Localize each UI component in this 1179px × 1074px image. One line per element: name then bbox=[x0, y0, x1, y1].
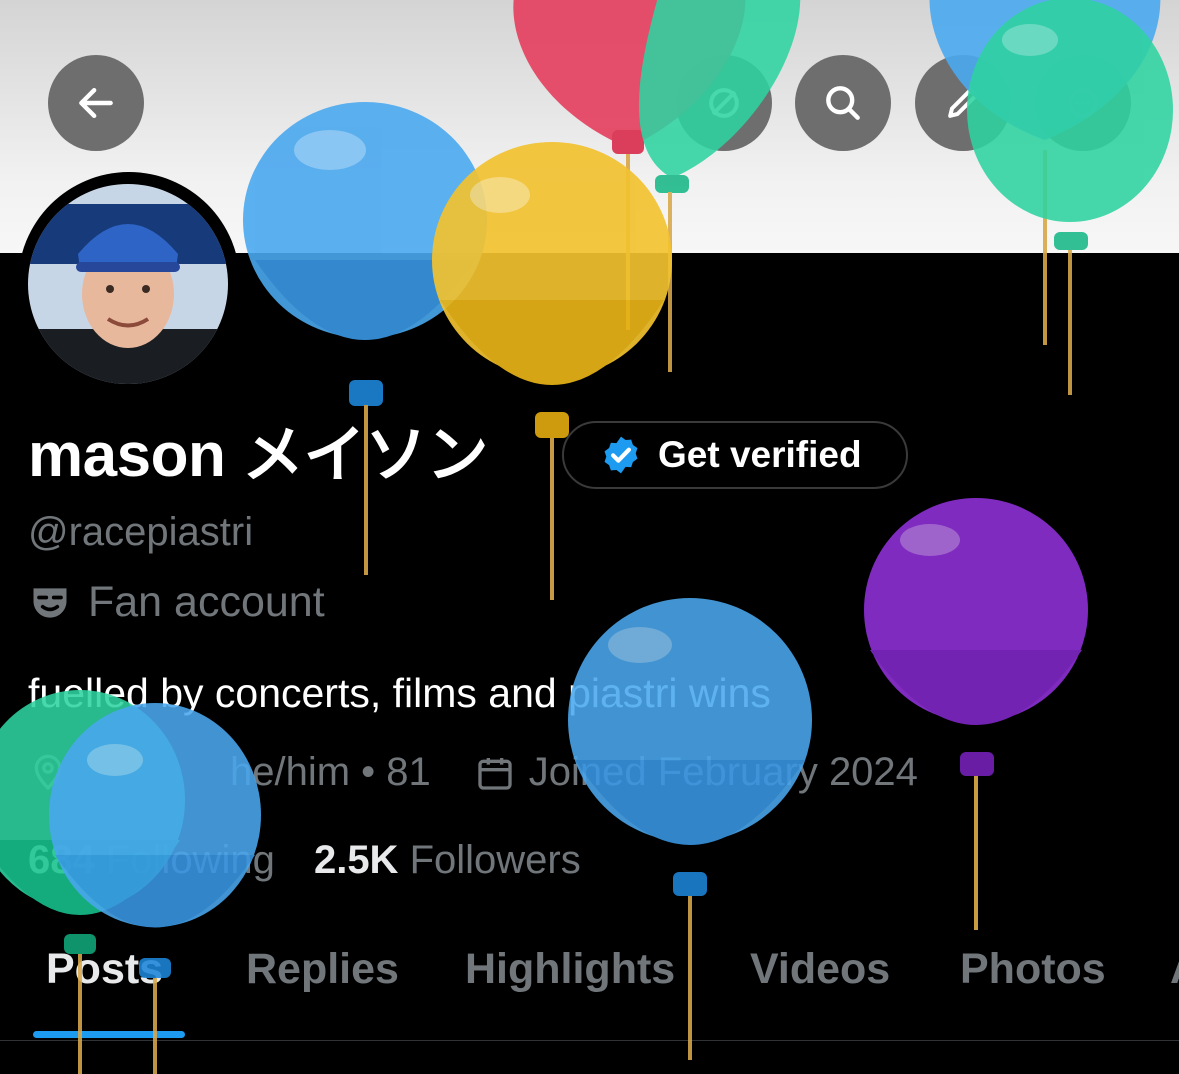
profile-tabs: Posts Replies Highlights Videos Photos A bbox=[0, 945, 1179, 1041]
joined-date: Joined February 2024 bbox=[528, 750, 918, 794]
bio: fuelled by concerts, films and piastri w… bbox=[28, 670, 771, 716]
following-count: 684 bbox=[28, 838, 95, 882]
tab-photos[interactable]: Photos bbox=[960, 945, 1106, 994]
balloon-purple bbox=[864, 498, 1088, 930]
tab-videos[interactable]: Videos bbox=[750, 945, 890, 994]
grok-icon bbox=[709, 88, 739, 118]
followers-count: 2.5K bbox=[313, 838, 399, 882]
followers-label: Followers bbox=[398, 838, 581, 882]
arrow-left-icon bbox=[79, 87, 113, 119]
display-name: mason メイソン bbox=[28, 421, 489, 490]
search-button[interactable] bbox=[795, 55, 891, 151]
tab-posts[interactable]: Posts bbox=[46, 945, 163, 994]
tabs-divider bbox=[0, 1040, 1179, 1041]
active-tab-indicator bbox=[33, 1031, 185, 1038]
followers-link[interactable]: 2.5K Followers bbox=[314, 838, 581, 882]
profile-meta: he/him • 81 Joined February 2024 bbox=[28, 750, 918, 795]
tab-replies[interactable]: Replies bbox=[246, 945, 399, 994]
handle: @racepiastri bbox=[28, 510, 254, 554]
more-icon bbox=[1068, 88, 1098, 118]
grok-button[interactable] bbox=[676, 55, 772, 151]
avatar-photo bbox=[28, 184, 228, 384]
account-label-text: Fan account bbox=[88, 578, 325, 626]
theater-mask-icon bbox=[33, 587, 67, 618]
more-button[interactable] bbox=[1035, 55, 1131, 151]
avatar[interactable] bbox=[28, 184, 228, 384]
following-label: Following bbox=[94, 838, 275, 882]
tab-highlights[interactable]: Highlights bbox=[465, 945, 675, 994]
account-label: Fan account bbox=[28, 578, 325, 627]
edit-button[interactable] bbox=[915, 55, 1011, 151]
back-button[interactable] bbox=[48, 55, 144, 151]
verified-badge-icon bbox=[604, 436, 638, 474]
edit-icon bbox=[948, 88, 978, 118]
get-verified-label: Get verified bbox=[658, 434, 862, 475]
follow-stats: 684 Following 2.5K Followers bbox=[28, 838, 581, 883]
following-link[interactable]: 684 Following bbox=[28, 838, 275, 882]
calendar-icon bbox=[478, 757, 512, 790]
location-icon bbox=[34, 754, 62, 790]
search-icon bbox=[826, 86, 860, 120]
tab-articles[interactable]: A bbox=[1170, 945, 1179, 994]
pronouns-age: he/him • 81 bbox=[230, 750, 431, 794]
get-verified-button[interactable]: Get verified bbox=[562, 421, 908, 489]
